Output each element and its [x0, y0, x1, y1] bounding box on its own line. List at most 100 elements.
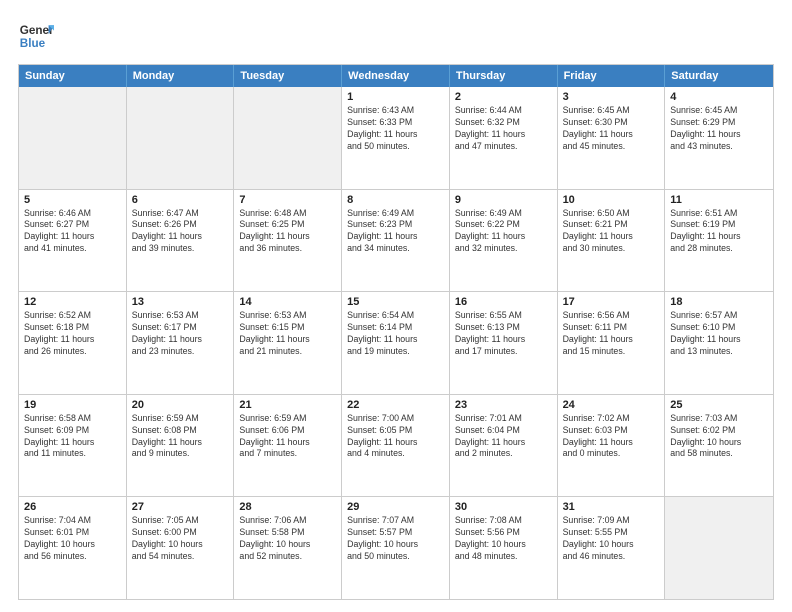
calendar-cell-3-1: 12 Sunrise: 6:52 AM Sunset: 6:18 PM Dayli…: [19, 292, 127, 394]
day-number: 4: [670, 91, 768, 103]
cell-info: Sunrise: 6:45 AM Sunset: 6:30 PM Dayligh…: [563, 105, 660, 153]
day-number: 1: [347, 91, 444, 103]
calendar-row-2: 5 Sunrise: 6:46 AM Sunset: 6:27 PM Daylig…: [19, 189, 773, 292]
calendar-cell-2-5: 9 Sunrise: 6:49 AM Sunset: 6:22 PM Daylig…: [450, 190, 558, 292]
day-number: 16: [455, 296, 552, 308]
calendar-cell-1-2: [127, 87, 235, 189]
day-number: 13: [132, 296, 229, 308]
weekday-header-tuesday: Tuesday: [234, 65, 342, 87]
day-number: 14: [239, 296, 336, 308]
day-number: 26: [24, 501, 121, 513]
calendar-cell-4-5: 23 Sunrise: 7:01 AM Sunset: 6:04 PM Dayli…: [450, 395, 558, 497]
calendar-cell-5-7: [665, 497, 773, 599]
calendar-cell-1-7: 4 Sunrise: 6:45 AM Sunset: 6:29 PM Daylig…: [665, 87, 773, 189]
day-number: 10: [563, 194, 660, 206]
cell-info: Sunrise: 6:58 AM Sunset: 6:09 PM Dayligh…: [24, 413, 121, 461]
calendar-row-3: 12 Sunrise: 6:52 AM Sunset: 6:18 PM Dayli…: [19, 291, 773, 394]
calendar-row-1: 1 Sunrise: 6:43 AM Sunset: 6:33 PM Daylig…: [19, 87, 773, 189]
logo: General Blue: [18, 18, 54, 54]
calendar-cell-5-1: 26 Sunrise: 7:04 AM Sunset: 6:01 PM Dayli…: [19, 497, 127, 599]
day-number: 21: [239, 399, 336, 411]
cell-info: Sunrise: 7:02 AM Sunset: 6:03 PM Dayligh…: [563, 413, 660, 461]
day-number: 24: [563, 399, 660, 411]
calendar-cell-1-6: 3 Sunrise: 6:45 AM Sunset: 6:30 PM Daylig…: [558, 87, 666, 189]
cell-info: Sunrise: 6:56 AM Sunset: 6:11 PM Dayligh…: [563, 310, 660, 358]
calendar-cell-3-4: 15Sunrise: 6:54 AM Sunset: 6:14 PM Dayli…: [342, 292, 450, 394]
cell-info: Sunrise: 6:54 AM Sunset: 6:14 PM Dayligh…: [347, 310, 444, 358]
day-number: 6: [132, 194, 229, 206]
day-number: 9: [455, 194, 552, 206]
cell-info: Sunrise: 7:00 AM Sunset: 6:05 PM Dayligh…: [347, 413, 444, 461]
day-number: 27: [132, 501, 229, 513]
calendar-cell-5-3: 28Sunrise: 7:06 AM Sunset: 5:58 PM Dayli…: [234, 497, 342, 599]
calendar-cell-2-3: 7Sunrise: 6:48 AM Sunset: 6:25 PM Daylig…: [234, 190, 342, 292]
day-number: 19: [24, 399, 121, 411]
cell-info: Sunrise: 6:46 AM Sunset: 6:27 PM Dayligh…: [24, 208, 121, 256]
calendar-body: 1 Sunrise: 6:43 AM Sunset: 6:33 PM Daylig…: [19, 87, 773, 599]
calendar-row-4: 19 Sunrise: 6:58 AM Sunset: 6:09 PM Dayli…: [19, 394, 773, 497]
day-number: 3: [563, 91, 660, 103]
calendar-cell-4-6: 24 Sunrise: 7:02 AM Sunset: 6:03 PM Dayli…: [558, 395, 666, 497]
cell-info: Sunrise: 6:55 AM Sunset: 6:13 PM Dayligh…: [455, 310, 552, 358]
cell-info: Sunrise: 7:05 AM Sunset: 6:00 PM Dayligh…: [132, 515, 229, 563]
weekday-header-thursday: Thursday: [450, 65, 558, 87]
calendar-cell-4-4: 22 Sunrise: 7:00 AM Sunset: 6:05 PM Dayli…: [342, 395, 450, 497]
calendar-cell-3-6: 17 Sunrise: 6:56 AM Sunset: 6:11 PM Dayli…: [558, 292, 666, 394]
cell-info: Sunrise: 6:59 AM Sunset: 6:06 PM Dayligh…: [239, 413, 336, 461]
calendar-cell-1-5: 2 Sunrise: 6:44 AM Sunset: 6:32 PM Daylig…: [450, 87, 558, 189]
cell-info: Sunrise: 6:49 AM Sunset: 6:23 PM Dayligh…: [347, 208, 444, 256]
cell-info: Sunrise: 7:03 AM Sunset: 6:02 PM Dayligh…: [670, 413, 768, 461]
weekday-header-friday: Friday: [558, 65, 666, 87]
cell-info: Sunrise: 6:47 AM Sunset: 6:26 PM Dayligh…: [132, 208, 229, 256]
calendar-cell-2-6: 10Sunrise: 6:50 AM Sunset: 6:21 PM Dayli…: [558, 190, 666, 292]
cell-info: Sunrise: 7:09 AM Sunset: 5:55 PM Dayligh…: [563, 515, 660, 563]
cell-info: Sunrise: 6:51 AM Sunset: 6:19 PM Dayligh…: [670, 208, 768, 256]
logo-icon: General Blue: [18, 18, 54, 54]
calendar-cell-4-1: 19 Sunrise: 6:58 AM Sunset: 6:09 PM Dayli…: [19, 395, 127, 497]
calendar-cell-3-3: 14 Sunrise: 6:53 AM Sunset: 6:15 PM Dayli…: [234, 292, 342, 394]
weekday-header-sunday: Sunday: [19, 65, 127, 87]
cell-info: Sunrise: 6:43 AM Sunset: 6:33 PM Dayligh…: [347, 105, 444, 153]
calendar-cell-2-7: 11Sunrise: 6:51 AM Sunset: 6:19 PM Dayli…: [665, 190, 773, 292]
cell-info: Sunrise: 7:08 AM Sunset: 5:56 PM Dayligh…: [455, 515, 552, 563]
day-number: 12: [24, 296, 121, 308]
calendar-cell-3-2: 13Sunrise: 6:53 AM Sunset: 6:17 PM Dayli…: [127, 292, 235, 394]
cell-info: Sunrise: 7:01 AM Sunset: 6:04 PM Dayligh…: [455, 413, 552, 461]
day-number: 29: [347, 501, 444, 513]
calendar-cell-5-6: 31 Sunrise: 7:09 AM Sunset: 5:55 PM Dayli…: [558, 497, 666, 599]
cell-info: Sunrise: 6:45 AM Sunset: 6:29 PM Dayligh…: [670, 105, 768, 153]
day-number: 22: [347, 399, 444, 411]
day-number: 5: [24, 194, 121, 206]
day-number: 2: [455, 91, 552, 103]
cell-info: Sunrise: 6:49 AM Sunset: 6:22 PM Dayligh…: [455, 208, 552, 256]
day-number: 20: [132, 399, 229, 411]
calendar-cell-5-4: 29 Sunrise: 7:07 AM Sunset: 5:57 PM Dayli…: [342, 497, 450, 599]
calendar-cell-1-1: [19, 87, 127, 189]
calendar-cell-2-2: 6 Sunrise: 6:47 AM Sunset: 6:26 PM Daylig…: [127, 190, 235, 292]
calendar: SundayMondayTuesdayWednesdayThursdayFrid…: [18, 64, 774, 600]
weekday-header-saturday: Saturday: [665, 65, 773, 87]
calendar-cell-5-2: 27 Sunrise: 7:05 AM Sunset: 6:00 PM Dayli…: [127, 497, 235, 599]
calendar-cell-1-3: [234, 87, 342, 189]
day-number: 23: [455, 399, 552, 411]
calendar-cell-4-2: 20 Sunrise: 6:59 AM Sunset: 6:08 PM Dayli…: [127, 395, 235, 497]
calendar-cell-5-5: 30Sunrise: 7:08 AM Sunset: 5:56 PM Dayli…: [450, 497, 558, 599]
page: General Blue SundayMondayTuesdayWednesda…: [0, 0, 792, 612]
weekday-header-wednesday: Wednesday: [342, 65, 450, 87]
cell-info: Sunrise: 6:59 AM Sunset: 6:08 PM Dayligh…: [132, 413, 229, 461]
calendar-cell-1-4: 1 Sunrise: 6:43 AM Sunset: 6:33 PM Daylig…: [342, 87, 450, 189]
day-number: 17: [563, 296, 660, 308]
day-number: 31: [563, 501, 660, 513]
cell-info: Sunrise: 7:07 AM Sunset: 5:57 PM Dayligh…: [347, 515, 444, 563]
calendar-cell-2-4: 8 Sunrise: 6:49 AM Sunset: 6:23 PM Daylig…: [342, 190, 450, 292]
day-number: 8: [347, 194, 444, 206]
cell-info: Sunrise: 6:52 AM Sunset: 6:18 PM Dayligh…: [24, 310, 121, 358]
cell-info: Sunrise: 6:53 AM Sunset: 6:15 PM Dayligh…: [239, 310, 336, 358]
cell-info: Sunrise: 6:48 AM Sunset: 6:25 PM Dayligh…: [239, 208, 336, 256]
cell-info: Sunrise: 7:04 AM Sunset: 6:01 PM Dayligh…: [24, 515, 121, 563]
calendar-cell-3-7: 18Sunrise: 6:57 AM Sunset: 6:10 PM Dayli…: [665, 292, 773, 394]
cell-info: Sunrise: 6:44 AM Sunset: 6:32 PM Dayligh…: [455, 105, 552, 153]
weekday-header-monday: Monday: [127, 65, 235, 87]
day-number: 28: [239, 501, 336, 513]
calendar-cell-3-5: 16 Sunrise: 6:55 AM Sunset: 6:13 PM Dayli…: [450, 292, 558, 394]
